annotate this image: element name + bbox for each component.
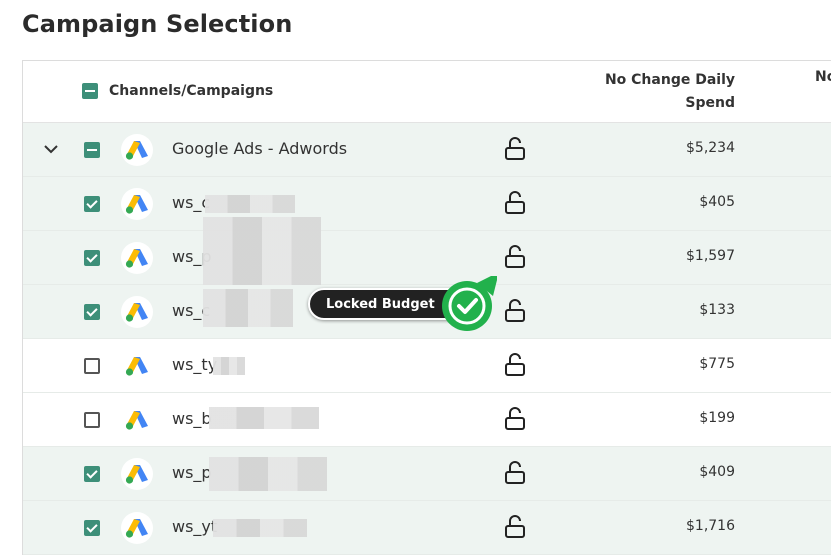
row-checkbox[interactable]: [84, 358, 100, 374]
redacted-text: [209, 407, 319, 429]
row-spend: $775: [699, 356, 735, 372]
row-name: ws_yt: [172, 517, 218, 536]
unlocked-padlock-icon[interactable]: [504, 299, 526, 323]
row-name: ws_p: [172, 463, 212, 482]
row-name: ws_ty: [172, 355, 218, 374]
unlocked-padlock-icon[interactable]: [504, 245, 526, 269]
google-ads-logo-icon: [121, 134, 153, 166]
table-row[interactable]: Google Ads - Adwords $5,234: [23, 123, 831, 177]
column-header-channels[interactable]: Channels/Campaigns: [109, 83, 273, 99]
row-checkbox[interactable]: [84, 304, 100, 320]
row-spend: $1,597: [686, 248, 735, 264]
unlocked-padlock-icon[interactable]: [504, 353, 526, 377]
unlocked-padlock-icon[interactable]: [504, 191, 526, 215]
google-ads-logo-icon: [121, 512, 153, 544]
table-header: Channels/Campaigns No Change Daily Spend…: [23, 61, 831, 123]
table-row[interactable]: ws_p $409: [23, 447, 831, 501]
unlocked-padlock-icon[interactable]: [504, 407, 526, 431]
redacted-text: [213, 357, 245, 375]
table-row[interactable]: ws_ty $775: [23, 339, 831, 393]
column-header-spend[interactable]: No Change Daily Spend: [585, 69, 735, 115]
select-all-checkbox[interactable]: [82, 83, 98, 99]
table-row[interactable]: ws_p $1,597: [23, 217, 831, 287]
google-ads-logo-icon: [121, 458, 153, 490]
row-spend: $405: [699, 194, 735, 210]
row-checkbox[interactable]: [84, 466, 100, 482]
tooltip-label: Locked Budget: [326, 297, 435, 312]
column-header-spend-line1: No Change Daily: [604, 72, 735, 88]
row-checkbox[interactable]: [84, 250, 100, 266]
row-spend: $199: [699, 410, 735, 426]
row-checkbox[interactable]: [84, 196, 100, 212]
google-ads-logo-icon: [121, 242, 153, 274]
chevron-down-icon[interactable]: [43, 141, 59, 157]
unlocked-padlock-icon[interactable]: [504, 461, 526, 485]
column-header-spend-line2: Spend: [685, 95, 735, 111]
check-circle-icon: [442, 276, 497, 331]
redacted-text: [203, 217, 321, 287]
google-ads-logo-icon: [121, 350, 153, 382]
table-row[interactable]: ws_c $405: [23, 177, 831, 231]
row-spend: $409: [699, 464, 735, 480]
row-name: Google Ads - Adwords: [172, 139, 348, 158]
google-ads-logo-icon: [121, 296, 153, 328]
redacted-text: [205, 195, 295, 213]
row-spend: $5,234: [686, 140, 735, 156]
table-row[interactable]: ws_yt $1,716: [23, 501, 831, 555]
column-header-next[interactable]: No: [815, 69, 831, 85]
row-checkbox[interactable]: [84, 412, 100, 428]
unlocked-padlock-icon[interactable]: [504, 515, 526, 539]
page-title: Campaign Selection: [22, 10, 293, 38]
unlocked-padlock-icon[interactable]: [504, 137, 526, 161]
row-spend: $133: [699, 302, 735, 318]
redacted-text: [209, 457, 327, 491]
redacted-text: [213, 519, 307, 537]
row-checkbox[interactable]: [84, 520, 100, 536]
row-checkbox[interactable]: [84, 142, 100, 158]
table-row[interactable]: ws_b $199: [23, 393, 831, 447]
row-name: ws_b: [172, 409, 212, 428]
google-ads-logo-icon: [121, 404, 153, 436]
row-spend: $1,716: [686, 518, 735, 534]
google-ads-logo-icon: [121, 188, 153, 220]
redacted-text: [203, 289, 293, 327]
